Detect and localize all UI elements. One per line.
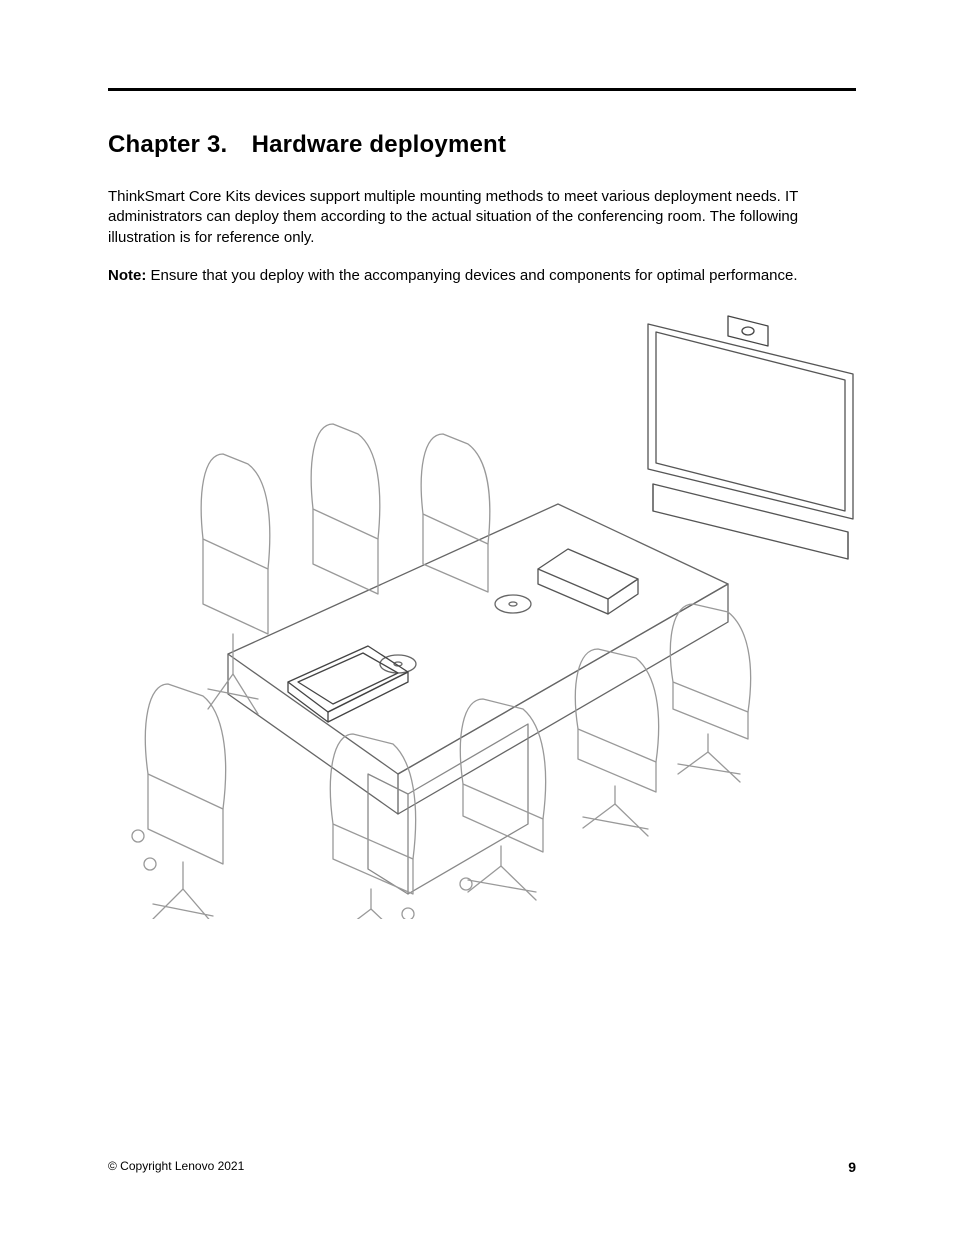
intro-paragraph: ThinkSmart Core Kits devices support mul… — [108, 187, 856, 248]
camera-icon — [728, 316, 768, 346]
conference-table-icon — [228, 504, 728, 894]
page-number: 9 — [848, 1159, 856, 1175]
core-unit-icon — [538, 549, 638, 614]
page-footer: © Copyright Lenovo 2021 9 — [108, 1159, 856, 1175]
office-chair-icon — [330, 734, 472, 919]
office-chair-icon — [132, 684, 226, 919]
office-chair-icon — [575, 649, 658, 836]
conference-room-illustration — [108, 304, 858, 919]
office-chair-icon — [460, 699, 545, 900]
office-chair-icon — [670, 604, 750, 782]
top-horizontal-rule — [108, 88, 856, 91]
office-chair-icon — [201, 454, 270, 714]
table-mic-icon — [495, 595, 531, 613]
chapter-title: Chapter 3. Hardware deployment — [108, 131, 856, 159]
office-chair-icon — [311, 424, 380, 594]
document-page: Chapter 3. Hardware deployment ThinkSmar… — [0, 0, 954, 1235]
conference-room-svg — [108, 304, 858, 919]
copyright-text: © Copyright Lenovo 2021 — [108, 1159, 244, 1175]
note-label: Note: — [108, 267, 146, 284]
soundbar-icon — [653, 484, 848, 559]
office-chair-icon — [421, 434, 490, 592]
note-paragraph: Note: Ensure that you deploy with the ac… — [108, 266, 856, 286]
note-text: Ensure that you deploy with the accompan… — [151, 267, 798, 284]
touch-controller-icon — [288, 646, 408, 722]
